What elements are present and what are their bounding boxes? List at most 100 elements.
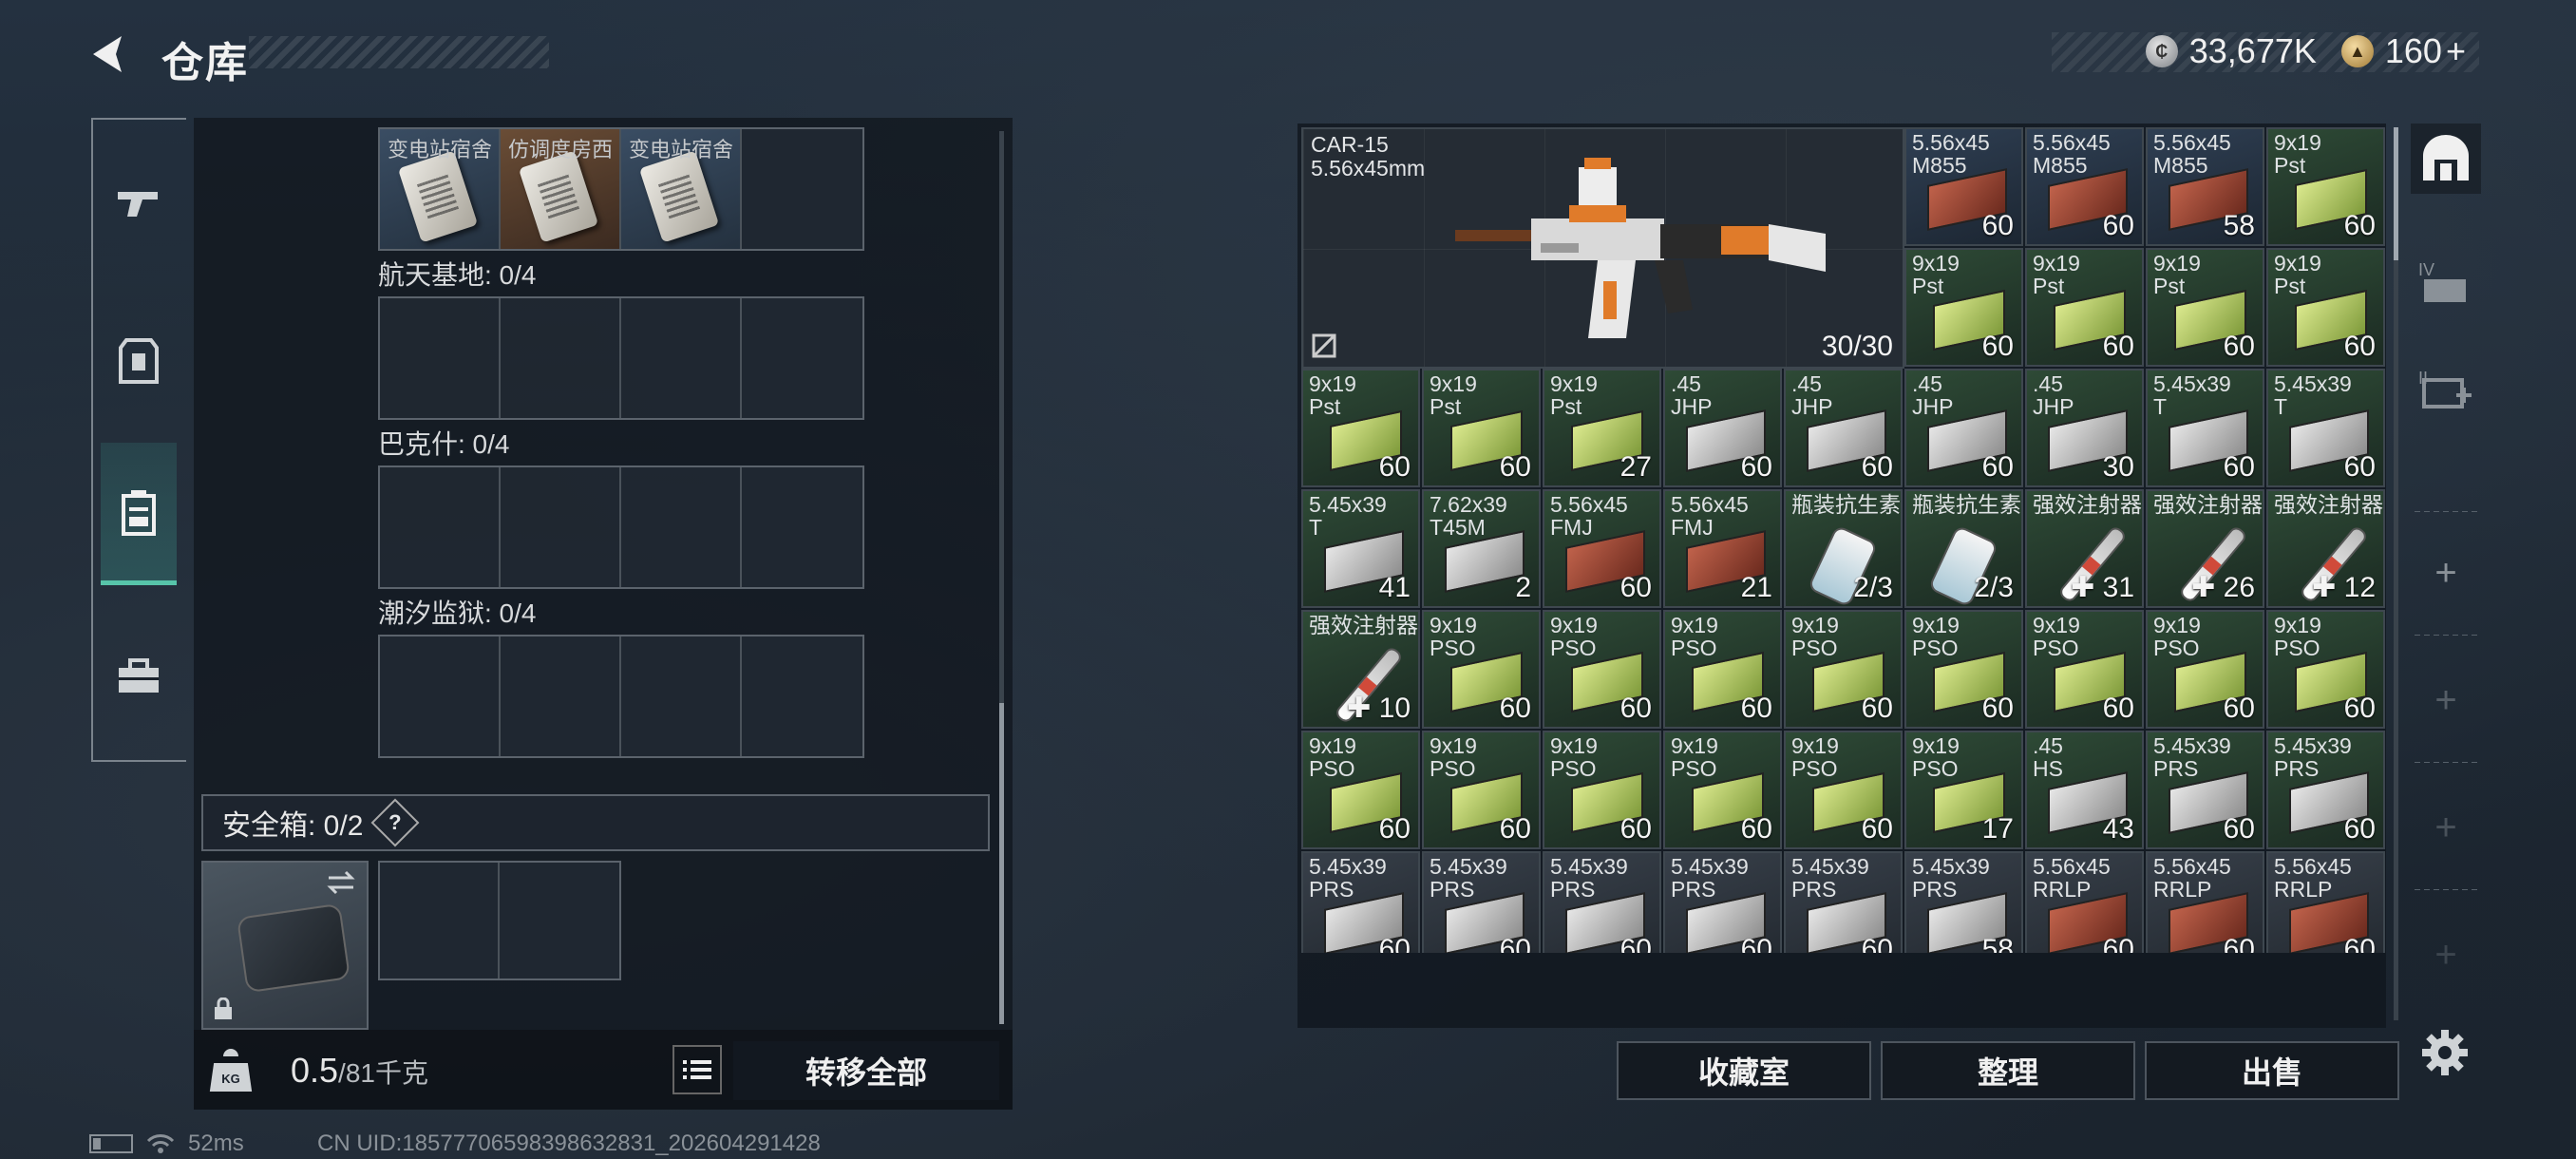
inventory-item[interactable]: 9x19 Pst 27	[1543, 369, 1661, 487]
inventory-item[interactable]: 9x19 PSO 60	[1663, 610, 1782, 729]
inventory-item[interactable]: .45 JHP 30	[2025, 369, 2144, 487]
add-slot-icon[interactable]: +	[2411, 665, 2481, 735]
swap-icon[interactable]	[325, 868, 357, 897]
container-tab[interactable]: IV	[2411, 247, 2481, 317]
stash-empty-slot[interactable]	[380, 298, 501, 418]
inventory-item[interactable]: .45 JHP 60	[1663, 369, 1782, 487]
inventory-item[interactable]: 9x19 Pst 60	[1301, 369, 1420, 487]
inventory-item[interactable]: 瓶装抗生素 2/3	[1784, 489, 1903, 608]
stash-empty-slot[interactable]	[380, 636, 501, 756]
item-name: 9x19 PSO	[2153, 613, 2201, 660]
inventory-item[interactable]: .45 JHP 60	[1784, 369, 1903, 487]
help-icon[interactable]: ?	[370, 798, 420, 847]
stash-item[interactable]: 仿调度房西	[501, 129, 621, 249]
stash-empty-slot[interactable]	[621, 636, 742, 756]
stash-empty-slot[interactable]	[621, 298, 742, 418]
stash-empty-slot[interactable]	[742, 298, 862, 418]
inventory-item[interactable]: 9x19 PSO 60	[1543, 610, 1661, 729]
container-tab[interactable]	[2411, 124, 2481, 194]
stash-item[interactable]: 变电站宿舍	[380, 129, 501, 249]
stash-empty-slot[interactable]	[501, 298, 621, 418]
stash-item[interactable]: 变电站宿舍	[621, 129, 742, 249]
inventory-item[interactable]: 5.56x45 M855 58	[2146, 127, 2264, 246]
inventory-item[interactable]: 9x19 Pst 60	[1422, 369, 1541, 487]
settings-gear-icon[interactable]	[2418, 1026, 2472, 1079]
safe-case-item[interactable]	[201, 861, 369, 1030]
inventory-item[interactable]: 5.56x45 FMJ 60	[1543, 489, 1661, 608]
nav-backpack[interactable]	[101, 443, 177, 585]
inventory-item[interactable]: 9x19 PSO 60	[1784, 610, 1903, 729]
inventory-item[interactable]: 5.56x45 M855 60	[2025, 127, 2144, 246]
inventory-item[interactable]: 9x19 PSO 60	[1543, 731, 1661, 849]
organize-button[interactable]: 整理	[1881, 1041, 2135, 1100]
inventory-item[interactable]: 瓶装抗生素 2/3	[1904, 489, 2023, 608]
stash-scrollbar-thumb[interactable]	[999, 703, 1004, 1024]
inventory-item[interactable]: 5.45x39 PRS 58	[1904, 851, 2023, 953]
inventory-item[interactable]: 强效注射器 ✚ 12	[2266, 489, 2385, 608]
add-currency-icon[interactable]: +	[2446, 31, 2466, 70]
inventory-item[interactable]: 5.56x45 RRLP 60	[2146, 851, 2264, 953]
nav-armor[interactable]	[101, 323, 177, 399]
inventory-item[interactable]: 9x19 PSO 17	[1904, 731, 2023, 849]
stash-empty-slot[interactable]	[621, 467, 742, 587]
inventory-item[interactable]: 9x19 PSO 60	[1422, 610, 1541, 729]
inventory-item[interactable]: 9x19 PSO 60	[2266, 610, 2385, 729]
inventory-item[interactable]: 强效注射器 ✚ 26	[2146, 489, 2264, 608]
inventory-item[interactable]: 5.45x39 PRS 60	[1301, 851, 1420, 953]
inventory-item[interactable]: 5.45x39 PRS 60	[1784, 851, 1903, 953]
inventory-item[interactable]: 9x19 Pst 60	[1904, 248, 2023, 367]
unlocked-status-icon	[1312, 333, 1336, 358]
inventory-item[interactable]: 强效注射器 ✚ 10	[1301, 610, 1420, 729]
weapon-item[interactable]: CAR-15 5.56x45mm 30/30	[1301, 127, 1904, 369]
nav-weapons[interactable]	[101, 165, 177, 241]
stash-empty-slot[interactable]	[742, 467, 862, 587]
inventory-item[interactable]: 7.62x39 T45M 2	[1422, 489, 1541, 608]
inventory-item[interactable]: 9x19 PSO 60	[1904, 610, 2023, 729]
safe-empty-slot[interactable]	[380, 863, 500, 978]
add-slot-icon[interactable]: +	[2411, 538, 2481, 608]
inventory-item[interactable]: 9x19 Pst 60	[2266, 248, 2385, 367]
inventory-item[interactable]: 9x19 PSO 60	[1784, 731, 1903, 849]
inventory-item[interactable]: 5.45x39 T 41	[1301, 489, 1420, 608]
add-slot-icon[interactable]: +	[2411, 920, 2481, 990]
transfer-all-button[interactable]: 转移全部	[733, 1041, 999, 1100]
inventory-item[interactable]: 5.45x39 PRS 60	[2146, 731, 2264, 849]
stash-empty-slot[interactable]	[501, 636, 621, 756]
back-arrow-icon[interactable]	[84, 30, 131, 78]
nav-toolbox[interactable]	[101, 638, 177, 714]
inventory-item[interactable]: 9x19 PSO 60	[1422, 731, 1541, 849]
sell-button[interactable]: 出售	[2145, 1041, 2399, 1100]
inventory-item[interactable]: 5.45x39 PRS 60	[1422, 851, 1541, 953]
inventory-item[interactable]: 9x19 Pst 60	[2025, 248, 2144, 367]
inventory-item[interactable]: 5.45x39 T 60	[2266, 369, 2385, 487]
stash-empty-slot[interactable]	[742, 636, 862, 756]
inventory-item[interactable]: 9x19 PSO 60	[2025, 610, 2144, 729]
inventory-item[interactable]: 5.56x45 RRLP 60	[2266, 851, 2385, 953]
inventory-item[interactable]: .45 JHP 60	[1904, 369, 2023, 487]
inventory-item[interactable]: 5.45x39 T 60	[2146, 369, 2264, 487]
add-slot-icon[interactable]: +	[2411, 792, 2481, 863]
inventory-item[interactable]: 9x19 Pst 60	[2266, 127, 2385, 246]
inventory-item[interactable]: 5.56x45 M855 60	[1904, 127, 2023, 246]
collection-button[interactable]: 收藏室	[1617, 1041, 1871, 1100]
inventory-scrollbar-thumb[interactable]	[2394, 127, 2398, 260]
stash-empty-slot[interactable]	[742, 129, 862, 249]
inventory-item[interactable]: 5.45x39 PRS 60	[1543, 851, 1661, 953]
stash-empty-slot[interactable]	[380, 467, 501, 587]
inventory-item[interactable]: 9x19 PSO 60	[1301, 731, 1420, 849]
inventory-item[interactable]: 5.56x45 FMJ 21	[1663, 489, 1782, 608]
inventory-scrollbar[interactable]	[2394, 127, 2398, 1020]
inventory-item[interactable]: 强效注射器 ✚ 31	[2025, 489, 2144, 608]
stash-empty-slot[interactable]	[501, 467, 621, 587]
inventory-item[interactable]: 9x19 PSO 60	[2146, 610, 2264, 729]
inventory-item[interactable]: .45 HS 43	[2025, 731, 2144, 849]
inventory-item[interactable]: 9x19 PSO 60	[1663, 731, 1782, 849]
list-view-button[interactable]	[672, 1045, 722, 1094]
inventory-item[interactable]: 5.56x45 RRLP 60	[2025, 851, 2144, 953]
inventory-item[interactable]: 5.45x39 PRS 60	[2266, 731, 2385, 849]
container-tab[interactable]: II	[2411, 355, 2481, 426]
safe-empty-slot[interactable]	[500, 863, 619, 978]
inventory-item[interactable]: 5.45x39 PRS 60	[1663, 851, 1782, 953]
gold-balance[interactable]: 160 +	[2385, 31, 2466, 71]
inventory-item[interactable]: 9x19 Pst 60	[2146, 248, 2264, 367]
